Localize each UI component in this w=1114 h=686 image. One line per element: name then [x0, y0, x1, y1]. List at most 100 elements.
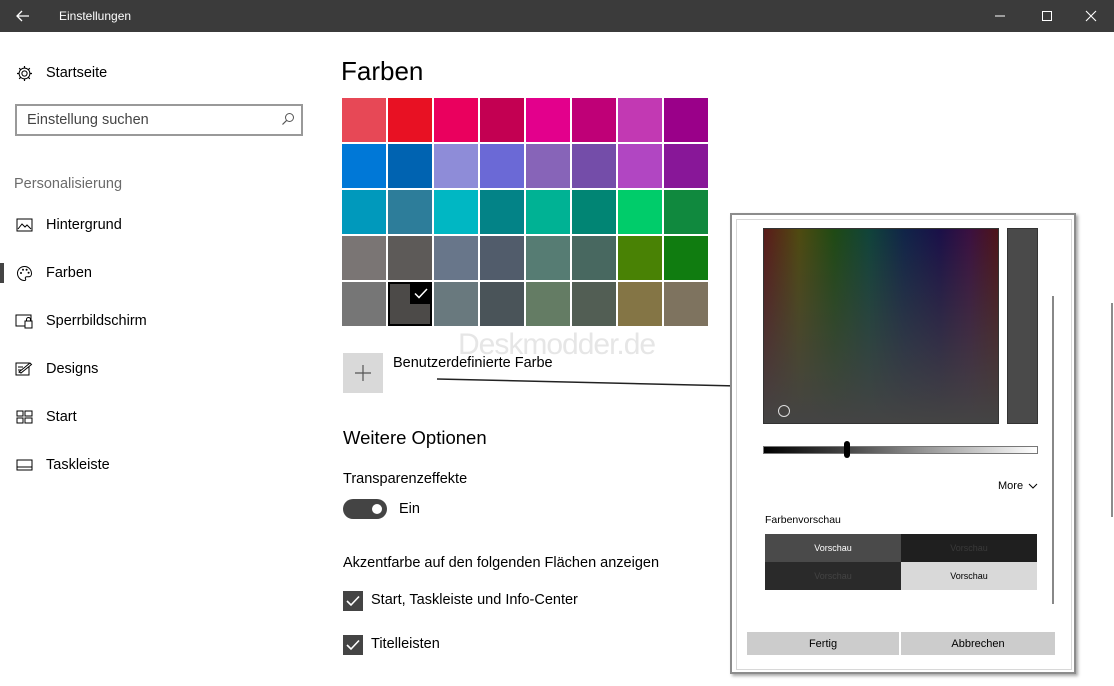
- sidebar-item-designs[interactable]: Designs: [14, 357, 98, 381]
- sidebar-item-label: Taskleiste: [46, 457, 110, 473]
- color-swatch[interactable]: [342, 190, 386, 234]
- spectrum-handle[interactable]: [778, 405, 790, 417]
- color-spectrum[interactable]: [763, 228, 999, 424]
- color-swatch[interactable]: [618, 282, 662, 326]
- color-swatch[interactable]: [526, 282, 570, 326]
- palette-icon: [14, 263, 34, 283]
- sidebar-item-colors[interactable]: Farben: [14, 261, 92, 285]
- color-swatch[interactable]: [480, 190, 524, 234]
- color-swatch[interactable]: [618, 236, 662, 280]
- checkmark-icon: [346, 639, 360, 651]
- sidebar-item-lockscreen[interactable]: Sperrbildschirm: [14, 309, 147, 333]
- sidebar-item-label: Sperrbildschirm: [46, 313, 147, 329]
- more-options-heading: Weitere Optionen: [343, 427, 487, 448]
- color-swatch[interactable]: [664, 282, 708, 326]
- color-swatch[interactable]: [434, 144, 478, 188]
- color-swatch[interactable]: [572, 236, 616, 280]
- color-swatch[interactable]: [480, 282, 524, 326]
- color-swatch[interactable]: [618, 98, 662, 142]
- color-swatch[interactable]: [388, 282, 432, 326]
- transparency-label: Transparenzeffekte: [343, 471, 468, 487]
- preview-cell: Vorschau: [901, 562, 1037, 590]
- color-swatch[interactable]: [480, 98, 524, 142]
- taskbar-icon: [14, 455, 34, 475]
- custom-color-label[interactable]: Benutzerdefinierte Farbe: [393, 355, 553, 371]
- color-swatch[interactable]: [388, 236, 432, 280]
- color-swatch[interactable]: [388, 98, 432, 142]
- color-swatch[interactable]: [618, 190, 662, 234]
- color-swatch[interactable]: [342, 236, 386, 280]
- section-label-personalization: Personalisierung: [14, 176, 123, 192]
- color-swatch[interactable]: [434, 98, 478, 142]
- color-swatch[interactable]: [434, 190, 478, 234]
- more-label: More: [998, 480, 1024, 492]
- search-icon[interactable]: [281, 112, 295, 131]
- color-swatch[interactable]: [434, 236, 478, 280]
- dialog-scrollbar[interactable]: [1052, 296, 1054, 604]
- preview-cell: Vorschau: [901, 534, 1037, 562]
- sidebar-item-start[interactable]: Start: [14, 405, 77, 429]
- plus-icon: [355, 365, 371, 381]
- close-button[interactable]: [1068, 0, 1114, 32]
- checkmark-icon: [410, 282, 432, 304]
- title-bar: Einstellungen: [0, 0, 1114, 32]
- color-preview-title: Farbenvorschau: [765, 514, 841, 526]
- sidebar-item-label: Hintergrund: [46, 217, 122, 233]
- color-swatch[interactable]: [572, 144, 616, 188]
- more-button[interactable]: More: [998, 480, 1038, 492]
- color-swatch[interactable]: [480, 236, 524, 280]
- search-box[interactable]: [15, 104, 303, 136]
- color-swatch[interactable]: [572, 282, 616, 326]
- done-button[interactable]: Fertig: [747, 632, 899, 655]
- color-swatch[interactable]: [572, 190, 616, 234]
- transparency-toggle[interactable]: [343, 499, 387, 519]
- custom-color-button[interactable]: [343, 353, 383, 393]
- selection-indicator: [0, 263, 4, 283]
- sidebar-item-background[interactable]: Hintergrund: [14, 213, 122, 237]
- color-swatch[interactable]: [526, 144, 570, 188]
- checkbox-label: Start, Taskleiste und Info-Center: [371, 592, 578, 608]
- color-swatch[interactable]: [572, 98, 616, 142]
- color-swatch[interactable]: [664, 144, 708, 188]
- color-swatch[interactable]: [342, 98, 386, 142]
- color-swatch[interactable]: [618, 144, 662, 188]
- search-input[interactable]: [27, 111, 277, 129]
- sidebar-item-taskbar[interactable]: Taskleiste: [14, 453, 110, 477]
- maximize-icon: [1042, 11, 1052, 21]
- color-swatch[interactable]: [434, 282, 478, 326]
- color-swatch[interactable]: [526, 190, 570, 234]
- color-swatch[interactable]: [664, 98, 708, 142]
- color-swatch[interactable]: [342, 144, 386, 188]
- accent-heading: Akzentfarbe auf den folgenden Flächen an…: [343, 555, 660, 571]
- back-arrow-icon: [16, 10, 29, 22]
- page-scrollbar[interactable]: [1111, 303, 1113, 517]
- color-swatch[interactable]: [664, 190, 708, 234]
- sidebar-home[interactable]: Startseite: [14, 61, 107, 85]
- brightness-slider[interactable]: [763, 446, 1038, 454]
- transparency-state: Ein: [399, 501, 420, 517]
- color-swatch[interactable]: [526, 98, 570, 142]
- cancel-button[interactable]: Abbrechen: [901, 632, 1055, 655]
- minimize-button[interactable]: [977, 0, 1023, 32]
- checkbox-title-bars[interactable]: [343, 635, 363, 655]
- sidebar-item-label: Farben: [46, 265, 92, 281]
- color-swatch-grid: [342, 98, 708, 326]
- designs-icon: [14, 359, 34, 379]
- color-swatch[interactable]: [388, 190, 432, 234]
- brightness-slider-thumb[interactable]: [844, 441, 850, 458]
- back-button[interactable]: [0, 0, 46, 32]
- maximize-button[interactable]: [1024, 0, 1070, 32]
- page-title: Farben: [341, 56, 424, 86]
- sidebar-item-label: Designs: [46, 361, 99, 377]
- color-swatch[interactable]: [388, 144, 432, 188]
- window-title: Einstellungen: [59, 9, 132, 23]
- checkmark-icon: [346, 595, 360, 607]
- close-icon: [1085, 10, 1097, 22]
- chevron-down-icon: [1028, 483, 1038, 489]
- color-swatch[interactable]: [526, 236, 570, 280]
- color-swatch[interactable]: [342, 282, 386, 326]
- color-swatch[interactable]: [664, 236, 708, 280]
- checkbox-label: Titelleisten: [371, 636, 440, 652]
- checkbox-start-taskbar[interactable]: [343, 591, 363, 611]
- color-swatch[interactable]: [480, 144, 524, 188]
